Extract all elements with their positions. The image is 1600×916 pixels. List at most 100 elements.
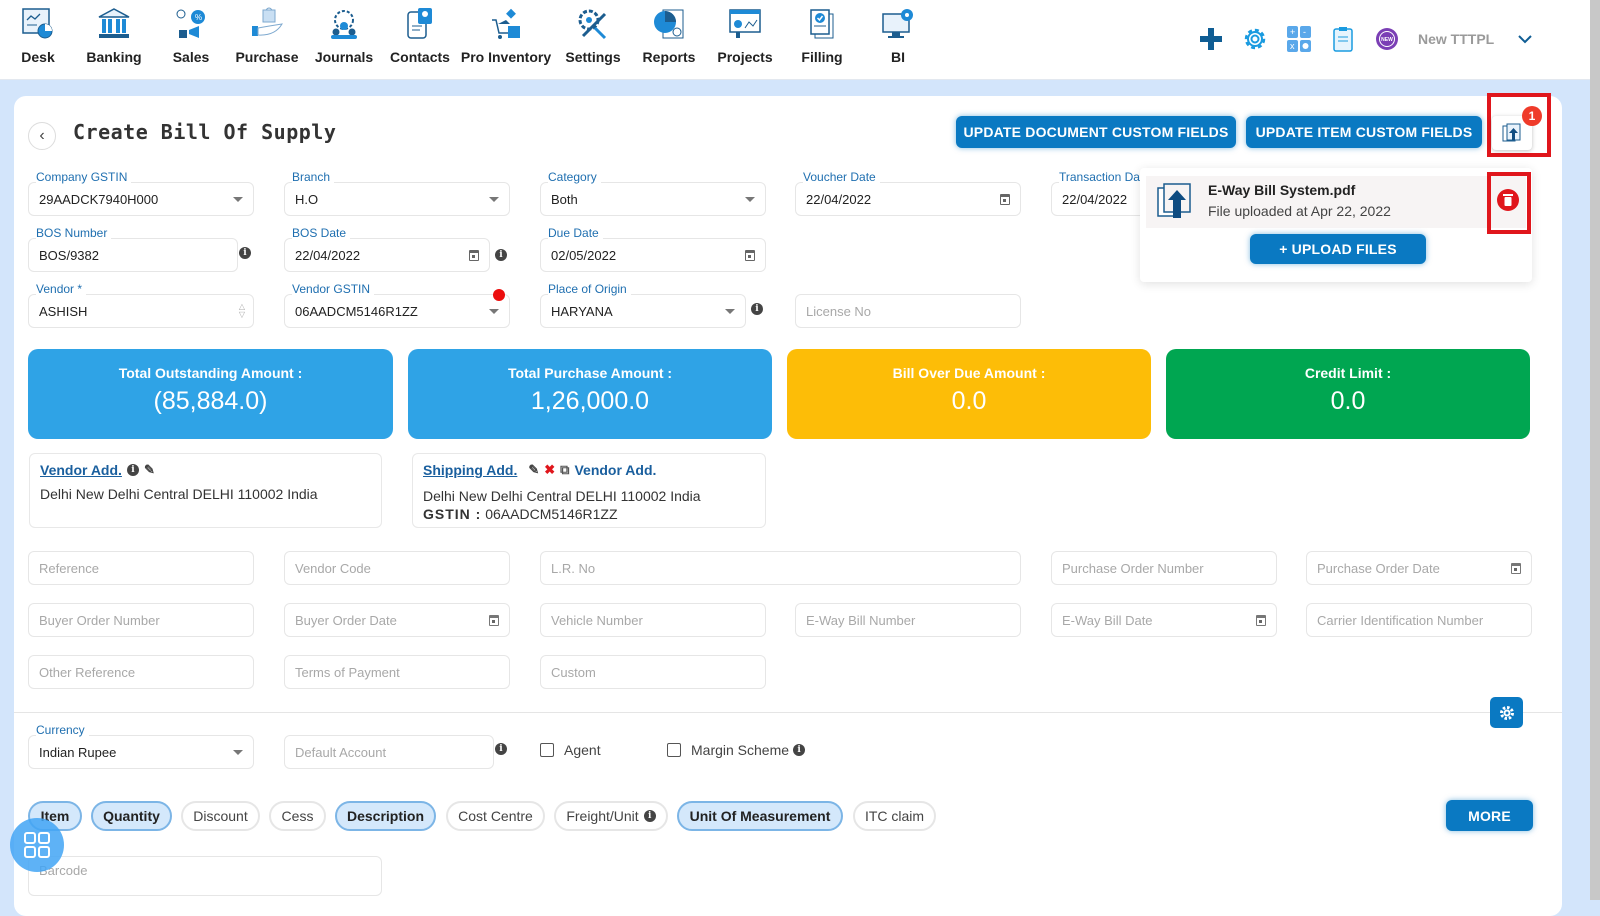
vendor-gstin-select[interactable]: 06AADCM5146R1ZZ [284,294,510,328]
margin-scheme-checkbox[interactable]: Margin Scheme i [667,742,806,758]
due-date-input[interactable]: 02/05/2022 [540,238,766,272]
column-toggle-discount[interactable]: Discount [181,801,260,831]
purchase-order-date-input[interactable]: Purchase Order Date [1306,551,1532,585]
notes-button[interactable] [1328,24,1358,54]
nav-projects[interactable]: Projects [707,6,783,65]
default-account-input[interactable]: Default Account [284,735,494,769]
delete-attachment-button[interactable] [1497,189,1519,211]
stepper-icon[interactable]: △ ▽ [239,303,245,319]
vendor-address-link[interactable]: Vendor Add. [40,462,122,478]
column-settings-button[interactable] [1490,697,1523,728]
eway-bill-date-input[interactable]: E-Way Bill Date [1051,603,1277,637]
info-icon[interactable]: i [643,810,656,822]
bos-number-input[interactable]: BOS/9382 [28,238,238,272]
column-toggle-unit-of-measurement[interactable]: Unit Of Measurement [677,801,843,831]
carrier-id-number-input[interactable]: Carrier Identification Number [1306,603,1532,637]
checkbox-box[interactable] [667,743,681,757]
vendor-code-input[interactable]: Vendor Code [284,551,510,585]
nav-settings[interactable]: Settings [555,6,631,65]
attachment-item[interactable]: E-Way Bill System.pdf File uploaded at A… [1146,176,1526,228]
due-date-label: Due Date [548,226,603,240]
purchase-order-number-input[interactable]: Purchase Order Number [1051,551,1277,585]
currency-select[interactable]: Indian Rupee [28,735,254,769]
nav-banking[interactable]: Banking [76,6,152,65]
buyer-order-date-input[interactable]: Buyer Order Date [284,603,510,637]
update-document-custom-fields-button[interactable]: UPDATE DOCUMENT CUSTOM FIELDS [956,116,1236,148]
purchase-order-date-placeholder: Purchase Order Date [1317,560,1440,576]
remove-icon[interactable]: ✖ [544,462,555,478]
org-dropdown-toggle[interactable] [1510,24,1540,54]
eway-bill-number-input[interactable]: E-Way Bill Number [795,603,1021,637]
column-toggle-freight-unit[interactable]: Freight/Unit i [554,801,668,831]
terms-of-payment-input[interactable]: Terms of Payment [284,655,510,689]
calendar-icon[interactable] [1511,563,1521,574]
buyer-order-number-input[interactable]: Buyer Order Number [28,603,254,637]
caret-down-icon [233,197,243,202]
nav-journals[interactable]: Journals [306,6,382,65]
vehicle-number-input[interactable]: Vehicle Number [540,603,766,637]
column-toggle-description[interactable]: Description [335,801,436,831]
nav-reports[interactable]: Reports [631,6,707,65]
projects-icon [729,9,761,38]
copy-icon[interactable]: ⧉ [560,462,569,478]
license-no-input[interactable]: License No [795,294,1021,328]
nav-contacts[interactable]: Contacts [382,6,458,65]
more-button[interactable]: MORE [1446,800,1533,831]
nav-pro-inventory[interactable]: Pro Inventory [458,6,554,65]
info-icon[interactable]: i [495,249,507,261]
nav-filling[interactable]: Filling [784,6,860,65]
category-select[interactable]: Both [540,182,766,216]
page-scrollbar[interactable] [1590,0,1600,900]
inventory-icon [492,8,520,39]
nav-sales[interactable]: % Sales [153,6,229,65]
column-toggle-cost-centre[interactable]: Cost Centre [446,801,545,831]
column-toggle-cess[interactable]: Cess [269,801,326,831]
checkbox-box[interactable] [540,743,554,757]
barcode-input[interactable]: Barcode [28,856,382,896]
calendar-icon[interactable] [1256,615,1266,626]
bos-date-input[interactable]: 22/04/2022 [284,238,490,272]
other-reference-input[interactable]: Other Reference [28,655,254,689]
edit-icon[interactable]: ✎ [528,462,539,478]
calculator-button[interactable]: + - x [1284,24,1314,54]
info-icon[interactable]: i [495,743,507,755]
calendar-icon[interactable] [1000,194,1010,205]
nav-desk[interactable]: Desk [0,6,76,65]
upload-files-button[interactable]: + UPLOAD FILES [1250,234,1426,264]
update-item-custom-fields-button[interactable]: UPDATE ITEM CUSTOM FIELDS [1246,116,1482,148]
calendar-icon[interactable] [469,250,479,261]
nav-desk-label: Desk [21,49,55,65]
info-icon[interactable]: i [239,247,251,259]
company-gstin-value: 29AADCK7940H000 [39,191,159,207]
plus-icon [1200,28,1222,50]
column-toggle-itc-claim[interactable]: ITC claim [853,801,936,831]
attachment-file-name[interactable]: E-Way Bill System.pdf [1208,182,1355,198]
lr-no-input[interactable]: L.R. No [540,551,1021,585]
calendar-icon[interactable] [745,250,755,261]
branch-select[interactable]: H.O [284,182,510,216]
column-toggle-quantity[interactable]: Quantity [91,801,172,831]
reference-input[interactable]: Reference [28,551,254,585]
custom-input[interactable]: Custom [540,655,766,689]
calendar-icon[interactable] [489,615,499,626]
vendor-input[interactable]: ASHISH △ ▽ [28,294,254,328]
nav-purchase[interactable]: Purchase [229,6,305,65]
shipping-address-link[interactable]: Shipping Add. [423,462,517,478]
info-icon[interactable]: i [126,464,139,476]
nav-bi[interactable]: BI [860,6,936,65]
edit-icon[interactable]: ✎ [144,462,155,478]
company-gstin-select[interactable]: 29AADCK7940H000 [28,182,254,216]
agent-checkbox[interactable]: Agent [540,742,601,758]
voucher-date-input[interactable]: 22/04/2022 [795,182,1021,216]
copy-vendor-address-link[interactable]: Vendor Add. [574,462,656,478]
back-button[interactable]: ‹ [28,122,56,150]
add-new-button[interactable] [1196,24,1226,54]
new-features-button[interactable]: NEW [1372,24,1402,54]
section-divider [14,712,1562,713]
apps-menu-button[interactable] [10,818,64,872]
place-of-origin-select[interactable]: HARYANA [540,294,746,328]
info-icon[interactable]: i [751,303,763,315]
organization-name[interactable]: New TTTPL [1418,31,1496,47]
info-icon[interactable]: i [793,744,806,756]
settings-gear-button[interactable] [1240,24,1270,54]
